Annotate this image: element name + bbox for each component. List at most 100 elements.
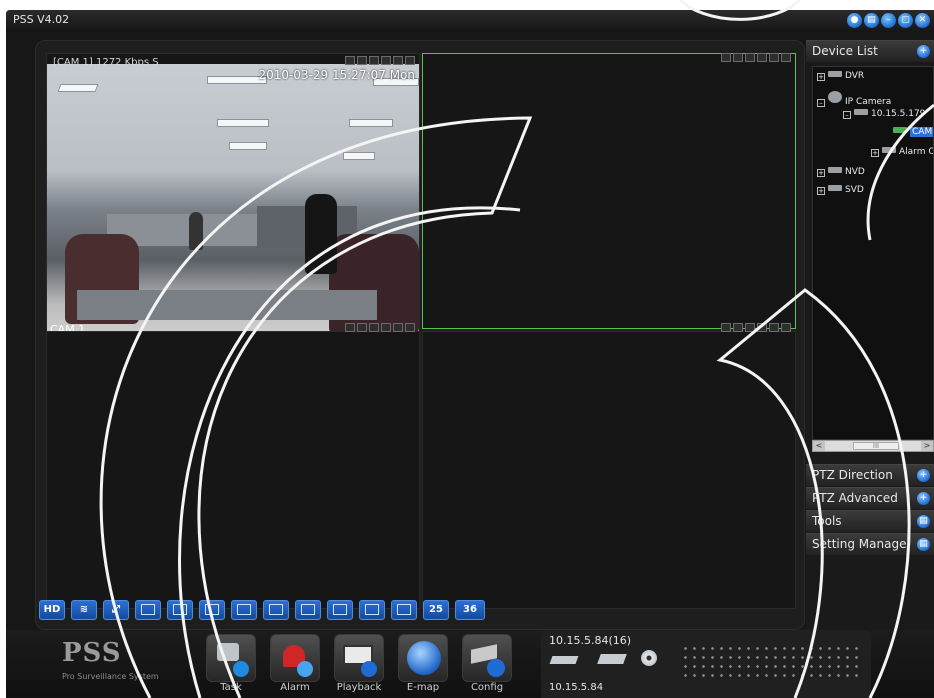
split-6-button[interactable] (199, 600, 225, 620)
emap-button[interactable]: E-map (396, 634, 450, 698)
playback-button[interactable]: Playback (332, 634, 386, 698)
expand-icon[interactable]: + (917, 45, 930, 58)
stream-icon[interactable] (745, 53, 755, 62)
setting-manage-header[interactable]: Setting Manage ▤ (806, 533, 934, 555)
audio-icon[interactable] (769, 323, 779, 332)
alarm-icon (882, 147, 896, 153)
sequence-icon[interactable]: ≋ (71, 600, 97, 620)
module-label: Task (220, 682, 242, 693)
app-window: PSS V4.02 ● ▤ – ▢ ✕ [CAM 1] 1272 Kbps S … (6, 10, 934, 698)
split-4-button[interactable] (167, 600, 193, 620)
device-list-header[interactable]: Device List + (806, 40, 934, 62)
ptz-direction-title: PTZ Direction (812, 468, 893, 482)
tree-item-ip-camera[interactable]: – IP Camera (817, 91, 891, 107)
alarm-button[interactable]: Alarm (268, 634, 322, 698)
tools-header[interactable]: Tools ▤ (806, 510, 934, 532)
snapshot-icon[interactable] (733, 53, 743, 62)
record-icon[interactable] (721, 53, 731, 62)
tree-item-nvd[interactable]: + NVD (817, 167, 865, 177)
snapshot-icon[interactable] (357, 323, 367, 332)
tree-scrollbar[interactable]: < III > (812, 440, 934, 452)
video-cell-4[interactable] (422, 323, 796, 609)
tree-label: NVD (845, 167, 865, 177)
scroll-thumb[interactable]: III (853, 442, 899, 450)
tree-label: SVD (845, 185, 864, 195)
close-icon[interactable]: ✕ (915, 13, 930, 28)
close-cell-icon[interactable] (781, 53, 791, 62)
camera-feed-image (47, 64, 419, 344)
ptz-advanced-header[interactable]: PTZ Advanced + (806, 487, 934, 509)
split-25-button[interactable]: 25 (423, 600, 449, 620)
zoom-icon[interactable] (757, 53, 767, 62)
zoom-icon[interactable] (381, 323, 391, 332)
config-icon (462, 634, 512, 682)
tree-item-alarm[interactable]: + Alarm O (871, 147, 933, 157)
window-controls: ● ▤ – ▢ ✕ (847, 13, 930, 28)
scroll-left-icon[interactable]: < (813, 441, 825, 451)
device-ip: 10.15.5.84 (549, 682, 604, 693)
cell-toolbar (345, 56, 415, 65)
record-icon[interactable] (345, 56, 355, 65)
close-cell-icon[interactable] (405, 323, 415, 332)
tools-icon[interactable]: ▤ (917, 515, 930, 528)
maximize-icon[interactable]: ▢ (898, 13, 913, 28)
video-cell-3[interactable] (46, 323, 420, 609)
expand-icon[interactable]: + (917, 492, 930, 505)
audio-icon[interactable] (769, 53, 779, 62)
expand-icon[interactable]: + (917, 469, 930, 482)
zoom-icon[interactable] (757, 323, 767, 332)
cam-icon (893, 127, 907, 133)
stream-icon[interactable] (369, 56, 379, 65)
tree-label: IP Camera (845, 97, 892, 107)
ptz-direction-header[interactable]: PTZ Direction + (806, 464, 934, 486)
lock-icon[interactable]: ● (847, 13, 862, 28)
tree-label: CAM 1 (910, 127, 933, 137)
settings-icon[interactable]: ▤ (917, 538, 930, 551)
split-16-button[interactable] (359, 600, 385, 620)
stream-icon[interactable] (745, 323, 755, 332)
minimize-icon[interactable]: – (881, 13, 896, 28)
device-tree: +DVR –IP Camera –10.15.5.179 CAM 1 +Alar… (812, 66, 934, 440)
title-bar: PSS V4.02 ● ▤ – ▢ ✕ (6, 10, 934, 32)
config-button[interactable]: Config (460, 634, 514, 698)
split-36-button[interactable]: 36 (455, 600, 485, 620)
task-button[interactable]: Task (204, 634, 258, 698)
split-20-button[interactable] (391, 600, 417, 620)
tools-title: Tools (812, 514, 842, 528)
zoom-icon[interactable] (381, 56, 391, 65)
dvr-icon (828, 71, 842, 77)
close-cell-icon[interactable] (405, 56, 415, 65)
scroll-right-icon[interactable]: > (921, 441, 933, 451)
tree-item-cam1[interactable]: CAM 1 (893, 127, 933, 137)
split-9-button[interactable] (263, 600, 289, 620)
status-dot-grid (681, 644, 861, 678)
record-icon[interactable] (721, 323, 731, 332)
video-cell-1[interactable]: [CAM 1] 1272 Kbps S 2010-03-29 15:27:07 … (46, 53, 420, 344)
svd-icon (828, 185, 842, 191)
module-label: Alarm (280, 682, 310, 693)
stream-icon[interactable] (369, 323, 379, 332)
split-10-button[interactable] (295, 600, 321, 620)
video-cell-2[interactable] (422, 53, 796, 329)
record-icon[interactable] (345, 323, 355, 332)
snapshot-icon[interactable] (733, 323, 743, 332)
tree-item-dvr[interactable]: + DVR (817, 71, 864, 81)
split-13-button[interactable] (327, 600, 353, 620)
split-1-button[interactable] (135, 600, 161, 620)
audio-icon[interactable] (393, 323, 403, 332)
hd-button[interactable]: HD (39, 600, 65, 620)
tree-item-svd[interactable]: + SVD (817, 185, 864, 195)
snapshot-icon[interactable] (357, 56, 367, 65)
ptz-advanced-title: PTZ Advanced (812, 491, 898, 505)
fullscreen-icon[interactable]: ⤢ (103, 600, 129, 620)
tree-item-ip-node[interactable]: –10.15.5.179 (843, 109, 925, 119)
close-cell-icon[interactable] (781, 323, 791, 332)
device-icon (854, 109, 868, 115)
split-8-button[interactable] (231, 600, 257, 620)
video-area: [CAM 1] 1272 Kbps S 2010-03-29 15:27:07 … (35, 40, 805, 630)
restore-icon[interactable]: ▤ (864, 13, 879, 28)
device-list-title: Device List (812, 44, 878, 58)
audio-icon[interactable] (393, 56, 403, 65)
device-status-panel: 10.15.5.84(16) 10.15.5.84 (541, 630, 871, 698)
side-panel: Device List + + DVR – IP Camera –10.15.5.1… (806, 40, 934, 630)
